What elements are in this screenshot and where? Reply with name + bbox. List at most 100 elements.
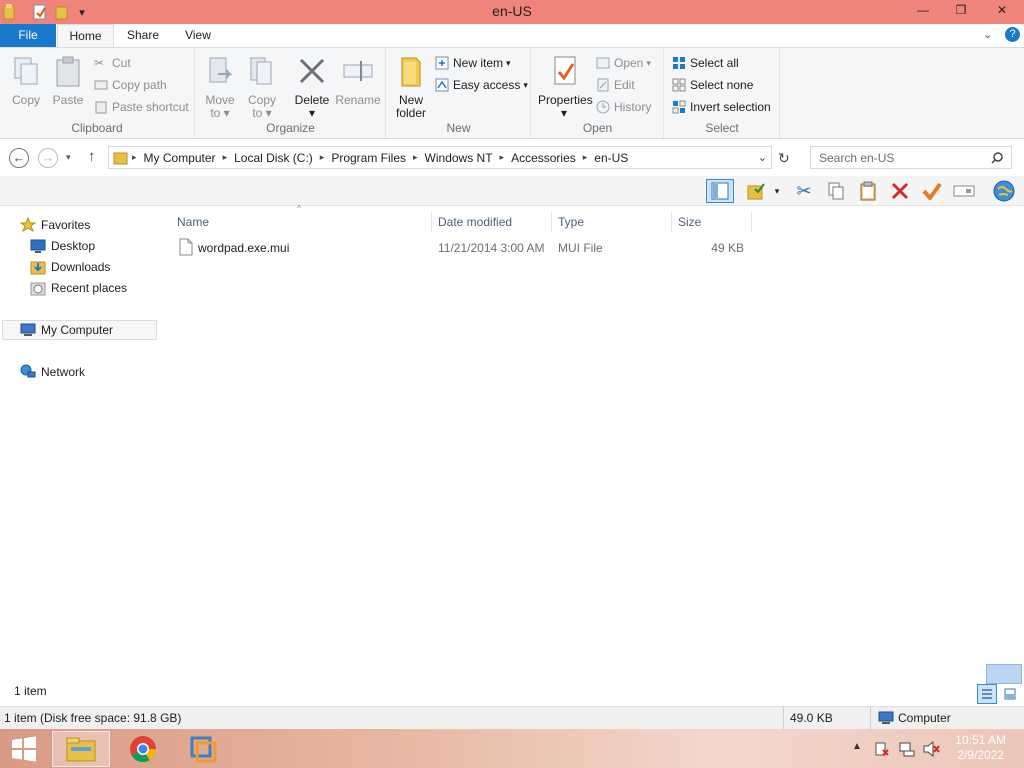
file-explorer-icon <box>66 737 96 762</box>
address-dropdown-icon[interactable]: ⌄ <box>758 151 767 164</box>
tab-view[interactable]: View <box>174 24 222 47</box>
rename-button[interactable]: Rename <box>334 52 382 107</box>
back-button[interactable]: ← <box>9 148 29 168</box>
minimize-button[interactable]: — <box>906 0 940 22</box>
breadcrumb-separator-icon[interactable]: ▸ <box>220 152 231 163</box>
column-date-modified[interactable]: Date modified <box>434 212 552 232</box>
select-none-button[interactable]: Select none <box>672 75 753 95</box>
tab-share[interactable]: Share <box>118 24 168 47</box>
breadcrumb-separator-icon[interactable]: ▸ <box>410 152 421 163</box>
address-bar[interactable]: ▸ My Computer ▸ Local Disk (C:) ▸ Progra… <box>108 146 772 169</box>
copy-button[interactable]: Copy <box>4 52 48 107</box>
paste-button[interactable]: Paste <box>46 52 90 107</box>
column-size[interactable]: Size <box>674 212 752 232</box>
breadcrumb-my-computer[interactable]: My Computer <box>140 151 220 165</box>
invert-selection-button[interactable]: Invert selection <box>672 97 771 117</box>
nav-downloads[interactable]: Downloads <box>30 257 110 277</box>
taskbar-clock[interactable]: 10:51 AM 2/9/2022 <box>955 733 1006 763</box>
select-group-label: Select <box>705 121 739 135</box>
volume-muted-icon[interactable] <box>922 741 940 757</box>
copy-path-button[interactable]: Copy path <box>94 75 167 95</box>
status-bar: 1 item (Disk free space: 91.8 GB) 49.0 K… <box>0 706 1024 729</box>
delete-toolbar-icon[interactable] <box>888 179 912 203</box>
large-icons-view-button[interactable] <box>1000 684 1020 704</box>
open-group: Properties ▾ Open ▾ Edit History Open <box>532 48 664 138</box>
paste-shortcut-label: Paste shortcut <box>112 100 189 114</box>
breadcrumb-local-disk[interactable]: Local Disk (C:) <box>230 151 317 165</box>
open-button[interactable]: Open ▾ <box>596 53 651 73</box>
select-none-label: Select none <box>690 78 754 92</box>
refresh-button[interactable]: ↻ <box>778 150 790 167</box>
search-input[interactable]: Search en-US <box>810 146 1012 169</box>
invert-selection-label: Invert selection <box>690 100 771 114</box>
copy-path-icon <box>94 80 108 90</box>
select-all-button[interactable]: Select all <box>672 53 739 73</box>
new-item-button[interactable]: New item ▾ <box>435 53 511 73</box>
breadcrumb-en-us[interactable]: en-US <box>590 151 632 165</box>
copy-toolbar-icon[interactable] <box>824 179 848 203</box>
maximize-button[interactable]: ❐ <box>944 0 978 22</box>
recent-places-icon <box>30 282 46 296</box>
properties-toolbar-icon[interactable] <box>920 179 944 203</box>
breadcrumb-accessories[interactable]: Accessories <box>507 151 580 165</box>
help-icon[interactable]: ? <box>1005 27 1020 42</box>
delete-icon <box>299 58 325 84</box>
start-button[interactable] <box>0 731 48 767</box>
taskbar-file-explorer[interactable] <box>52 731 110 767</box>
edit-button[interactable]: Edit <box>596 75 635 95</box>
tab-file[interactable]: File <box>0 24 56 47</box>
folder-options-button[interactable] <box>744 179 768 203</box>
breadcrumb-separator-icon[interactable]: ▸ <box>317 152 328 163</box>
delete-button[interactable]: Delete ▾ <box>290 52 334 120</box>
paste-shortcut-button[interactable]: Paste shortcut <box>94 97 189 117</box>
clock-date: 2/9/2022 <box>957 748 1004 762</box>
paste-toolbar-icon[interactable] <box>856 179 880 203</box>
breadcrumb-separator-icon[interactable]: ▸ <box>580 152 591 163</box>
item-count: 1 item <box>14 684 47 698</box>
taskbar-vmware[interactable] <box>174 731 232 767</box>
new-folder-button[interactable]: New folder <box>389 52 433 120</box>
breadcrumb-windows-nt[interactable]: Windows NT <box>421 151 497 165</box>
file-list: ^ Name Date modified Type Size wordpad.e… <box>160 204 1024 677</box>
nav-recent-places[interactable]: Recent places <box>30 278 127 298</box>
properties-button[interactable]: Properties ▾ <box>538 52 593 120</box>
history-button[interactable]: History <box>596 97 651 117</box>
copy-to-button[interactable]: Copy to ▾ <box>240 52 284 120</box>
network-tray-icon[interactable] <box>898 741 916 757</box>
up-button[interactable]: ↑ <box>88 148 96 165</box>
breadcrumb-separator-icon[interactable]: ▸ <box>129 152 140 163</box>
rename-toolbar-icon[interactable] <box>952 179 976 203</box>
cut-icon: ✂ <box>94 56 105 70</box>
file-name[interactable]: wordpad.exe.mui <box>198 240 289 256</box>
nav-my-computer[interactable]: My Computer <box>2 320 157 340</box>
taskbar: ▲ 10:51 AM 2/9/2022 <box>0 729 1024 768</box>
close-button[interactable]: ✕ <box>982 0 1022 22</box>
preview-pane-icon <box>711 182 729 200</box>
nav-desktop[interactable]: Desktop <box>30 236 95 256</box>
forward-button[interactable]: → <box>38 148 58 168</box>
action-center-icon[interactable] <box>874 741 890 757</box>
move-to-button[interactable]: Move to ▾ <box>198 52 242 120</box>
details-view-button[interactable] <box>977 684 997 704</box>
nav-network[interactable]: Network <box>20 362 85 382</box>
preview-pane-button[interactable] <box>706 179 734 203</box>
cut-toolbar-icon[interactable]: ✂ <box>792 179 816 203</box>
selected-size: 49.0 KB <box>790 711 833 725</box>
show-hidden-icons-button[interactable]: ▲ <box>852 741 862 752</box>
recent-locations-dropdown[interactable]: ▾ <box>66 152 71 163</box>
tab-home[interactable]: Home <box>57 24 114 48</box>
navigation-pane: Favorites Desktop Downloads Recent place… <box>0 207 158 677</box>
globe-icon[interactable] <box>990 179 1018 203</box>
expand-ribbon-icon[interactable]: ⌄ <box>983 28 992 41</box>
column-name[interactable]: Name <box>173 212 432 232</box>
back-arrow-icon: ← <box>12 150 26 165</box>
folder-options-dropdown-icon[interactable]: ▾ <box>770 179 784 203</box>
copy-to-icon <box>250 57 272 85</box>
breadcrumb-separator-icon[interactable]: ▸ <box>497 152 508 163</box>
nav-favorites[interactable]: Favorites <box>20 215 90 235</box>
breadcrumb-program-files[interactable]: Program Files <box>327 151 410 165</box>
column-type[interactable]: Type <box>554 212 672 232</box>
easy-access-button[interactable]: Easy access ▾ <box>435 75 528 95</box>
taskbar-chrome[interactable] <box>114 731 172 767</box>
cut-button[interactable]: ✂ Cut <box>94 53 131 73</box>
